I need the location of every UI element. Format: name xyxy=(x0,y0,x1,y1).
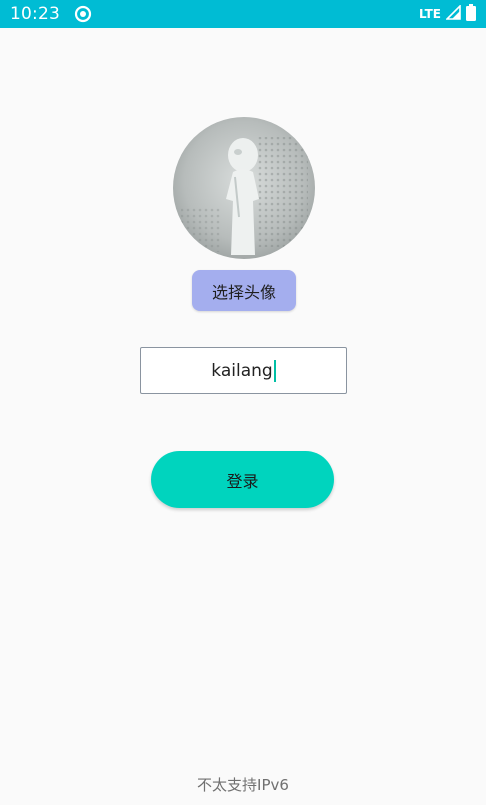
network-type: LTE xyxy=(418,7,441,21)
choose-avatar-button[interactable]: 选择头像 xyxy=(192,270,296,311)
username-value: kailang xyxy=(211,360,273,381)
avatar[interactable] xyxy=(173,117,315,259)
status-indicators: LTE xyxy=(418,3,476,25)
username-input[interactable]: kailang xyxy=(140,347,347,394)
signal-icon xyxy=(445,3,461,24)
avatar-image xyxy=(173,117,315,259)
status-time: 10:23 xyxy=(10,4,60,24)
text-cursor xyxy=(273,359,276,382)
status-bar: 10:23 LTE xyxy=(0,0,486,28)
ipv6-note: 不太支持IPv6 xyxy=(197,776,289,794)
login-button[interactable]: 登录 xyxy=(151,451,334,508)
sync-icon xyxy=(74,5,92,23)
battery-icon xyxy=(466,3,476,25)
